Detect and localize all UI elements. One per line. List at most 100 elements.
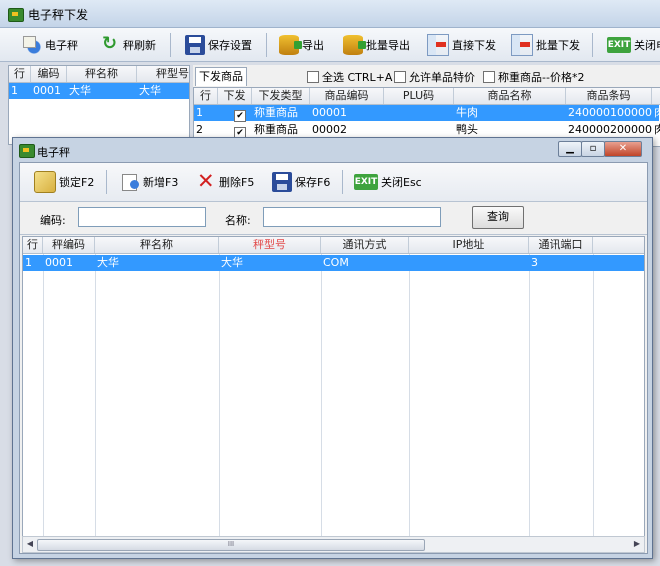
close-main-button[interactable]: EXIT 关闭电 [607,31,660,59]
column-header[interactable]: 行 [23,237,43,253]
app-icon [19,144,35,158]
grid-divider [593,254,594,537]
export-button[interactable]: 导出 [279,31,324,59]
select-all-checkbox[interactable]: 全选 CTRL+A [307,69,392,85]
lock-icon [34,171,56,193]
column-header[interactable]: 秤编码 [43,237,95,253]
maximize-icon: ▫ [589,143,597,154]
main-title-bar: 电子秤下发 [0,0,660,28]
grid-divider [219,254,220,537]
column-header[interactable]: 行 [194,88,218,104]
scale-list-header: 行 编码 秤名称 秤型号 [9,66,189,83]
column-header[interactable]: 秤名称 [95,237,219,253]
save-icon [185,35,205,55]
checkbox-icon [483,71,495,83]
column-header[interactable]: 下发 [218,88,252,104]
column-header[interactable]: 商品编码 [310,88,384,104]
code-input[interactable] [78,207,206,227]
goods-pane: 下发商品 全选 CTRL+A 允许单品特价 称重商品--价格*2 行 下发 下发… [193,65,660,147]
checkbox-icon [307,71,319,83]
column-header[interactable]: 秤名称 [67,66,137,82]
horizontal-scrollbar[interactable]: ◀ III ▶ [22,536,645,553]
table-row[interactable]: 1 0001 大华 大华 [9,83,189,99]
toolbar-divider [592,33,593,57]
column-header[interactable]: 行 [9,66,31,82]
send-checkbox[interactable]: ✔ [232,107,246,123]
main-window-title: 电子秤下发 [28,8,89,22]
scroll-left-icon[interactable]: ◀ [24,538,36,550]
scale-grid[interactable]: 行 秤编码 秤名称 秤型号 通讯方式 IP地址 通讯端口 1 0001 大华 大… [22,236,645,538]
toolbar-divider [106,170,107,194]
dialog-body: 锁定F2 新增F3 删除F5 保存F6 EXIT 关闭Esc 编码: [19,162,648,554]
app-icon [8,8,24,22]
column-header[interactable]: 秤型号 [137,66,191,82]
close-dialog-button[interactable]: EXIT 关闭Esc [354,168,422,196]
database-export-icon [343,35,366,55]
new-document-icon [120,172,140,192]
table-row[interactable]: 2 ✔ 称重商品 00002 鸭头 2400002000004 肉 [194,122,660,139]
table-row[interactable]: 1 0001 大华 大华 COM 3 [23,255,644,271]
dialog-title-bar[interactable]: 电子秤 ▁ ▫ ✕ [13,138,652,162]
save-button[interactable]: 保存F6 [272,168,330,196]
grid-divider [409,254,410,537]
goods-grid-header: 行 下发 下发类型 商品编码 PLU码 商品名称 商品条码 [194,88,660,105]
save-icon [272,172,292,192]
dialog-toolbar: 锁定F2 新增F3 删除F5 保存F6 EXIT 关闭Esc [20,163,647,202]
checkbox-icon [394,71,406,83]
column-header[interactable]: IP地址 [409,237,529,253]
scale-button[interactable]: 电子秤 [22,31,78,59]
column-header[interactable]: PLU码 [384,88,454,104]
lock-button[interactable]: 锁定F2 [34,168,94,196]
code-label: 编码: [40,214,66,227]
tab-send-goods[interactable]: 下发商品 [195,67,247,86]
database-export-icon [279,35,302,55]
search-bar: 编码: 名称: 查询 [20,202,647,235]
column-header[interactable]: 商品条码 [566,88,652,104]
grid-divider [43,254,44,537]
grid-divider [95,254,96,537]
delete-button[interactable]: 删除F5 [196,168,254,196]
toolbar-divider [342,170,343,194]
direct-send-button[interactable]: 直接下发 [427,31,496,59]
column-header[interactable]: 通讯端口 [529,237,593,253]
scroll-thumb[interactable]: III [37,539,425,551]
close-window-button[interactable]: ✕ [604,141,642,157]
delete-icon [196,169,216,193]
name-input[interactable] [263,207,441,227]
save-settings-button[interactable]: 保存设置 [185,31,252,59]
send-icon [511,34,533,56]
toolbar-divider [170,33,171,57]
refresh-scale-button[interactable]: 秤刷新 [100,31,156,59]
maximize-button[interactable]: ▫ [581,141,605,157]
new-button[interactable]: 新增F3 [120,168,178,196]
table-row[interactable]: 1 ✔ 称重商品 00001 牛肉 2400001000005 肉 [194,105,660,123]
refresh-icon [100,33,120,55]
dialog-title: 电子秤 [37,146,70,159]
minimize-button[interactable]: ▁ [558,141,582,157]
main-toolbar: 电子秤 秤刷新 保存设置 导出 批量导出 直接下发 批量下发 EXIT 关闭电 [0,28,660,62]
batch-export-button[interactable]: 批量导出 [343,31,410,59]
batch-send-button[interactable]: 批量下发 [511,31,580,59]
scale-dialog: 电子秤 ▁ ▫ ✕ 锁定F2 新增F3 删除F5 保存F6 [12,137,653,559]
weigh-price-checkbox[interactable]: 称重商品--价格*2 [483,69,584,85]
column-header[interactable]: 编码 [31,66,67,82]
grid-divider [529,254,530,537]
scale-list[interactable]: 行 编码 秤名称 秤型号 1 0001 大华 大华 [8,65,190,145]
exit-icon: EXIT [607,37,631,53]
allow-special-price-checkbox[interactable]: 允许单品特价 [394,69,475,85]
query-button[interactable]: 查询 [472,206,524,229]
close-icon: ✕ [618,143,628,154]
toolbar-divider [266,33,267,57]
column-header[interactable]: 通讯方式 [321,237,409,253]
grid-divider [321,254,322,537]
exit-icon: EXIT [354,174,378,190]
scale-grid-header: 行 秤编码 秤名称 秤型号 通讯方式 IP地址 通讯端口 [23,237,644,254]
column-header[interactable]: 下发类型 [252,88,310,104]
column-header[interactable]: 商品名称 [454,88,566,104]
column-header[interactable]: 秤型号 [219,237,321,253]
scale-icon [22,35,42,55]
send-icon [427,34,449,56]
name-label: 名称: [225,214,251,227]
scroll-right-icon[interactable]: ▶ [631,538,643,550]
minimize-icon: ▁ [566,143,574,154]
